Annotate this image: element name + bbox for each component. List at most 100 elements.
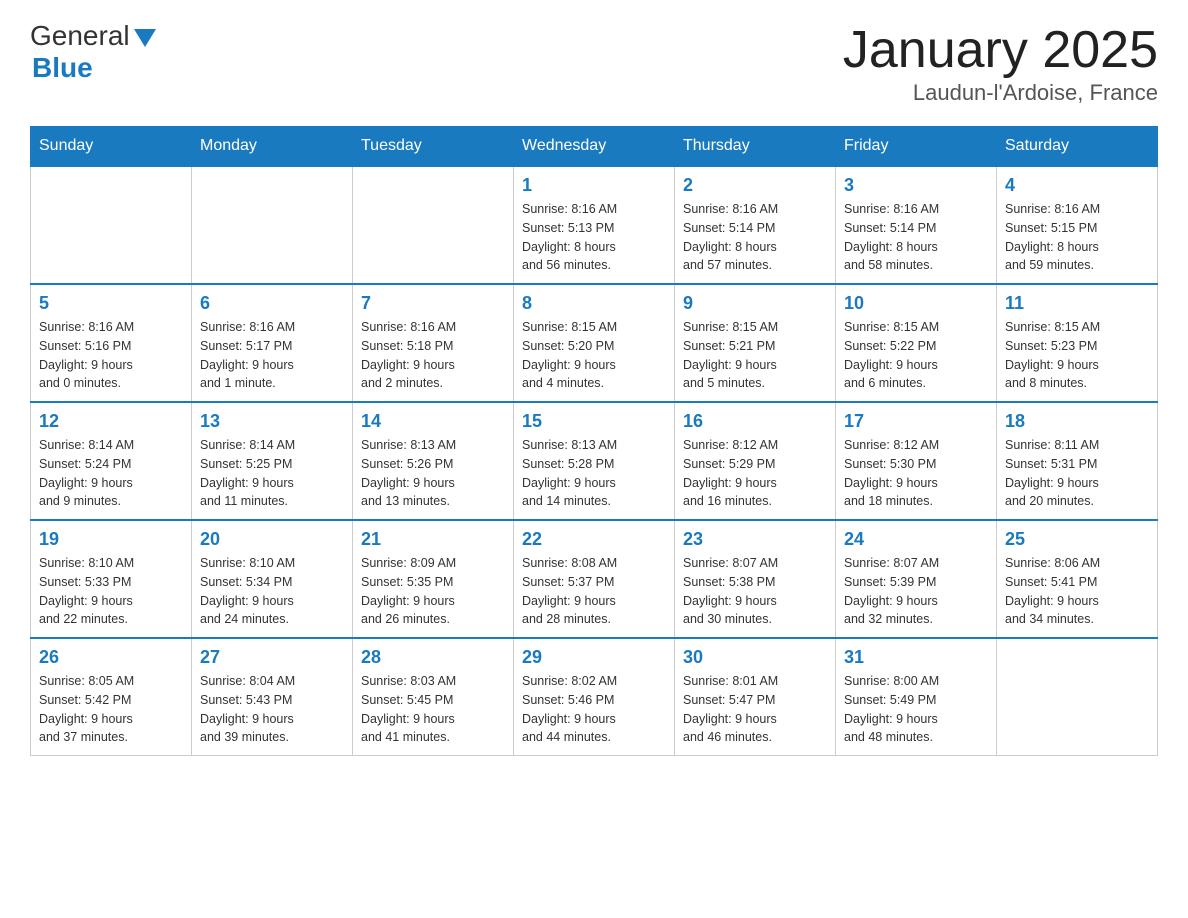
title-area: January 2025 Laudun-l'Ardoise, France	[843, 20, 1158, 106]
calendar-cell: 17 Sunrise: 8:12 AM Sunset: 5:30 PM Dayli…	[836, 402, 997, 520]
day-number: 12	[39, 411, 183, 432]
calendar-cell: 4 Sunrise: 8:16 AM Sunset: 5:15 PM Daylig…	[997, 166, 1158, 284]
calendar-cell: 12 Sunrise: 8:14 AM Sunset: 5:24 PM Dayli…	[31, 402, 192, 520]
weekday-header-thursday: Thursday	[675, 127, 836, 167]
day-number: 6	[200, 293, 344, 314]
calendar-cell: 29 Sunrise: 8:02 AM Sunset: 5:46 PM Dayli…	[514, 638, 675, 756]
day-info: Sunrise: 8:16 AM Sunset: 5:15 PM Dayligh…	[1005, 200, 1149, 275]
calendar-cell: 25Sunrise: 8:06 AM Sunset: 5:41 PM Dayli…	[997, 520, 1158, 638]
weekday-header-friday: Friday	[836, 127, 997, 167]
day-info: Sunrise: 8:15 AM Sunset: 5:21 PM Dayligh…	[683, 318, 827, 393]
day-info: Sunrise: 8:09 AM Sunset: 5:35 PM Dayligh…	[361, 554, 505, 629]
day-number: 22	[522, 529, 666, 550]
month-title: January 2025	[843, 20, 1158, 80]
weekday-header-wednesday: Wednesday	[514, 127, 675, 167]
weekday-header-saturday: Saturday	[997, 127, 1158, 167]
day-info: Sunrise: 8:03 AM Sunset: 5:45 PM Dayligh…	[361, 672, 505, 747]
day-number: 30	[683, 647, 827, 668]
calendar-cell: 16 Sunrise: 8:12 AM Sunset: 5:29 PM Dayli…	[675, 402, 836, 520]
day-number: 13	[200, 411, 344, 432]
day-info: Sunrise: 8:14 AM Sunset: 5:25 PM Dayligh…	[200, 436, 344, 511]
day-info: Sunrise: 8:16 AM Sunset: 5:16 PM Dayligh…	[39, 318, 183, 393]
day-number: 27	[200, 647, 344, 668]
calendar-cell	[997, 638, 1158, 756]
day-info: Sunrise: 8:08 AM Sunset: 5:37 PM Dayligh…	[522, 554, 666, 629]
calendar-cell: 7 Sunrise: 8:16 AM Sunset: 5:18 PM Daylig…	[353, 284, 514, 402]
logo-general-text: General	[30, 20, 130, 52]
day-info: Sunrise: 8:16 AM Sunset: 5:18 PM Dayligh…	[361, 318, 505, 393]
weekday-header-monday: Monday	[192, 127, 353, 167]
day-info: Sunrise: 8:01 AM Sunset: 5:47 PM Dayligh…	[683, 672, 827, 747]
day-info: Sunrise: 8:10 AM Sunset: 5:33 PM Dayligh…	[39, 554, 183, 629]
calendar-cell: 30 Sunrise: 8:01 AM Sunset: 5:47 PM Dayli…	[675, 638, 836, 756]
calendar-cell: 26 Sunrise: 8:05 AM Sunset: 5:42 PM Dayli…	[31, 638, 192, 756]
day-info: Sunrise: 8:15 AM Sunset: 5:22 PM Dayligh…	[844, 318, 988, 393]
day-number: 1	[522, 175, 666, 196]
day-number: 28	[361, 647, 505, 668]
calendar-week-4: 19 Sunrise: 8:10 AM Sunset: 5:33 PM Dayli…	[31, 520, 1158, 638]
logo-blue-text: Blue	[32, 52, 156, 84]
calendar-cell: 22 Sunrise: 8:08 AM Sunset: 5:37 PM Dayli…	[514, 520, 675, 638]
day-number: 4	[1005, 175, 1149, 196]
day-number: 2	[683, 175, 827, 196]
day-number: 11	[1005, 293, 1149, 314]
calendar-cell: 31 Sunrise: 8:00 AM Sunset: 5:49 PM Dayli…	[836, 638, 997, 756]
day-number: 26	[39, 647, 183, 668]
day-number: 10	[844, 293, 988, 314]
calendar-cell	[353, 166, 514, 284]
calendar-body: 1 Sunrise: 8:16 AM Sunset: 5:13 PM Daylig…	[31, 166, 1158, 756]
day-info: Sunrise: 8:12 AM Sunset: 5:29 PM Dayligh…	[683, 436, 827, 511]
day-info: Sunrise: 8:07 AM Sunset: 5:39 PM Dayligh…	[844, 554, 988, 629]
day-number: 5	[39, 293, 183, 314]
day-info: Sunrise: 8:00 AM Sunset: 5:49 PM Dayligh…	[844, 672, 988, 747]
day-number: 19	[39, 529, 183, 550]
calendar-cell: 19 Sunrise: 8:10 AM Sunset: 5:33 PM Dayli…	[31, 520, 192, 638]
day-number: 29	[522, 647, 666, 668]
calendar-cell	[192, 166, 353, 284]
day-number: 20	[200, 529, 344, 550]
day-number: 31	[844, 647, 988, 668]
calendar-cell: 23Sunrise: 8:07 AM Sunset: 5:38 PM Dayli…	[675, 520, 836, 638]
day-info: Sunrise: 8:16 AM Sunset: 5:13 PM Dayligh…	[522, 200, 666, 275]
day-info: Sunrise: 8:10 AM Sunset: 5:34 PM Dayligh…	[200, 554, 344, 629]
day-info: Sunrise: 8:15 AM Sunset: 5:20 PM Dayligh…	[522, 318, 666, 393]
day-info: Sunrise: 8:11 AM Sunset: 5:31 PM Dayligh…	[1005, 436, 1149, 511]
weekday-header-sunday: Sunday	[31, 127, 192, 167]
calendar-cell: 3 Sunrise: 8:16 AM Sunset: 5:14 PM Daylig…	[836, 166, 997, 284]
day-number: 24	[844, 529, 988, 550]
calendar-cell: 10 Sunrise: 8:15 AM Sunset: 5:22 PM Dayli…	[836, 284, 997, 402]
logo-triangle-icon	[134, 29, 156, 47]
day-number: 14	[361, 411, 505, 432]
calendar-cell: 5 Sunrise: 8:16 AM Sunset: 5:16 PM Daylig…	[31, 284, 192, 402]
location-text: Laudun-l'Ardoise, France	[843, 80, 1158, 106]
day-info: Sunrise: 8:05 AM Sunset: 5:42 PM Dayligh…	[39, 672, 183, 747]
day-info: Sunrise: 8:14 AM Sunset: 5:24 PM Dayligh…	[39, 436, 183, 511]
day-info: Sunrise: 8:16 AM Sunset: 5:14 PM Dayligh…	[683, 200, 827, 275]
calendar-cell: 28 Sunrise: 8:03 AM Sunset: 5:45 PM Dayli…	[353, 638, 514, 756]
calendar-week-1: 1 Sunrise: 8:16 AM Sunset: 5:13 PM Daylig…	[31, 166, 1158, 284]
day-number: 21	[361, 529, 505, 550]
day-info: Sunrise: 8:04 AM Sunset: 5:43 PM Dayligh…	[200, 672, 344, 747]
calendar-cell: 14Sunrise: 8:13 AM Sunset: 5:26 PM Dayli…	[353, 402, 514, 520]
day-info: Sunrise: 8:12 AM Sunset: 5:30 PM Dayligh…	[844, 436, 988, 511]
day-info: Sunrise: 8:13 AM Sunset: 5:28 PM Dayligh…	[522, 436, 666, 511]
logo: General Blue	[30, 20, 156, 84]
day-info: Sunrise: 8:16 AM Sunset: 5:14 PM Dayligh…	[844, 200, 988, 275]
weekday-header-row: SundayMondayTuesdayWednesdayThursdayFrid…	[31, 127, 1158, 167]
calendar-cell: 2 Sunrise: 8:16 AM Sunset: 5:14 PM Daylig…	[675, 166, 836, 284]
calendar-cell: 11 Sunrise: 8:15 AM Sunset: 5:23 PM Dayli…	[997, 284, 1158, 402]
day-info: Sunrise: 8:15 AM Sunset: 5:23 PM Dayligh…	[1005, 318, 1149, 393]
day-number: 17	[844, 411, 988, 432]
calendar-cell: 13 Sunrise: 8:14 AM Sunset: 5:25 PM Dayli…	[192, 402, 353, 520]
day-info: Sunrise: 8:06 AM Sunset: 5:41 PM Dayligh…	[1005, 554, 1149, 629]
calendar-table: SundayMondayTuesdayWednesdayThursdayFrid…	[30, 126, 1158, 756]
day-number: 3	[844, 175, 988, 196]
day-number: 18	[1005, 411, 1149, 432]
day-number: 7	[361, 293, 505, 314]
calendar-cell: 1 Sunrise: 8:16 AM Sunset: 5:13 PM Daylig…	[514, 166, 675, 284]
page-header: General Blue January 2025 Laudun-l'Ardoi…	[30, 20, 1158, 106]
day-info: Sunrise: 8:02 AM Sunset: 5:46 PM Dayligh…	[522, 672, 666, 747]
day-number: 16	[683, 411, 827, 432]
weekday-header-tuesday: Tuesday	[353, 127, 514, 167]
calendar-cell: 18 Sunrise: 8:11 AM Sunset: 5:31 PM Dayli…	[997, 402, 1158, 520]
